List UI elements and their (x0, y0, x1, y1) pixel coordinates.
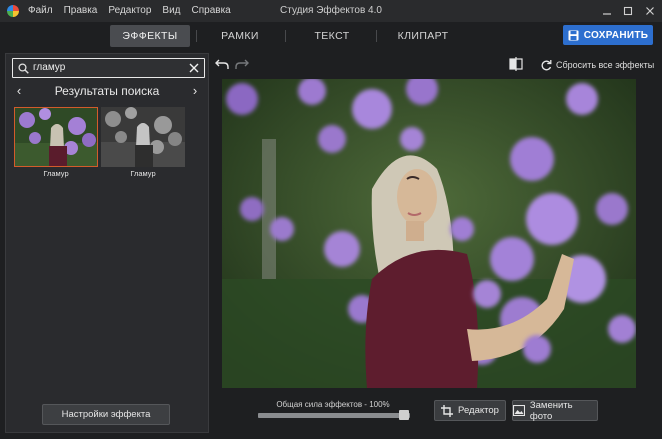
tab-frames[interactable]: РАМКИ (204, 25, 276, 47)
menu-editor[interactable]: Редактор (108, 0, 151, 22)
refresh-icon (541, 60, 552, 71)
effect-strength-label: Общая сила эффектов - 100% (276, 400, 390, 409)
image-icon (513, 405, 525, 416)
compare-icon[interactable] (508, 56, 524, 72)
tab-divider (196, 30, 197, 42)
effect-thumbnail-glamour-bw[interactable] (101, 107, 185, 167)
tab-text[interactable]: ТЕКСТ (296, 25, 368, 47)
search-box[interactable]: гламур (12, 58, 205, 78)
maximize-icon[interactable] (617, 0, 639, 22)
undo-icon[interactable] (214, 56, 230, 72)
results-title: Результаты поиска (54, 84, 160, 98)
thumbnail-image (15, 108, 97, 166)
menu-edit[interactable]: Правка (64, 0, 98, 22)
menu-file[interactable]: Файл (28, 0, 53, 22)
save-label: СОХРАНИТЬ (583, 29, 649, 41)
thumbnail-label: Гламур (43, 169, 69, 178)
reset-label: Сбросить все эффекты (556, 60, 655, 70)
tab-effects[interactable]: ЭФФЕКТЫ (110, 25, 190, 47)
chevron-right-icon[interactable]: › (188, 82, 202, 100)
editor-button[interactable]: Редактор (434, 400, 506, 421)
search-input[interactable]: гламур (33, 59, 65, 77)
reset-all-effects-button[interactable]: Сбросить все эффекты (540, 57, 654, 73)
thumbnail-label: Гламур (130, 169, 156, 178)
slider-fill (258, 413, 410, 418)
effect-settings-button[interactable]: Настройки эффекта (42, 404, 170, 425)
effect-strength-slider[interactable] (258, 413, 410, 418)
close-icon[interactable] (639, 0, 661, 22)
menu-help[interactable]: Справка (192, 0, 231, 22)
tab-clipart[interactable]: КЛИПАРТ (386, 25, 460, 47)
photo-canvas[interactable] (222, 79, 636, 388)
tab-divider (285, 30, 286, 42)
effect-thumbnail-glamour[interactable] (14, 107, 98, 167)
photo-image (222, 79, 636, 388)
save-button[interactable]: СОХРАНИТЬ (563, 25, 653, 45)
menu-view[interactable]: Вид (162, 0, 180, 22)
crop-icon (441, 404, 454, 417)
title-bar: Файл Правка Редактор Вид Справка Студия … (0, 0, 662, 22)
redo-icon[interactable] (234, 56, 250, 72)
replace-photo-button[interactable]: Заменить фото (512, 399, 598, 422)
clear-search-icon[interactable] (189, 63, 199, 73)
replace-photo-label: Заменить фото (529, 399, 573, 422)
thumbnail-image (101, 107, 185, 167)
minimize-icon[interactable] (596, 0, 618, 22)
app-logo-icon (7, 5, 19, 17)
canvas-toolbar: Сбросить все эффекты (214, 53, 662, 75)
effects-panel: гламур ‹ Результаты поиска › Гламур Глам… (5, 53, 209, 433)
floppy-disk-icon (568, 30, 579, 40)
editor-label: Редактор (458, 405, 499, 416)
menu-bar: Файл Правка Редактор Вид Справка (28, 0, 242, 22)
tab-divider (376, 30, 377, 42)
search-icon (18, 63, 29, 74)
slider-handle[interactable] (399, 410, 409, 420)
results-navigation: ‹ Результаты поиска › (6, 82, 208, 100)
